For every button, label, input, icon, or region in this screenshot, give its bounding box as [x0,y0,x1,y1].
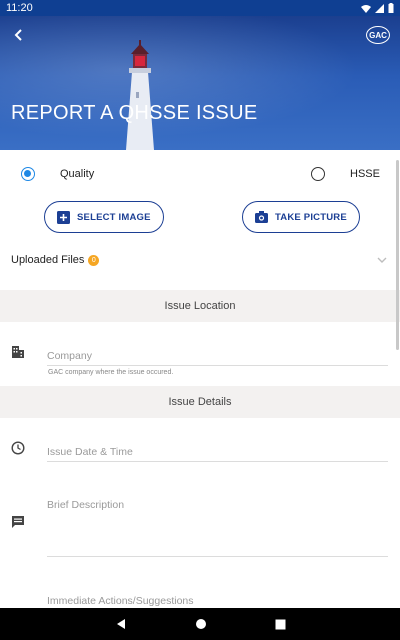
section-issue-location-title: Issue Location [164,300,236,312]
header-banner: GAC REPORT A QHSSE ISSUE [0,16,400,150]
uploaded-count-badge: 0 [88,254,100,266]
lighthouse-image [126,40,154,150]
section-issue-details-title: Issue Details [168,396,232,408]
back-arrow-icon [14,29,22,41]
select-image-button[interactable]: SELECT IMAGE [44,201,164,233]
issue-date-time-placeholder: Issue Date & Time [47,446,133,458]
radio-quality[interactable] [21,167,35,181]
uploaded-files-label: Uploaded Files [11,254,85,266]
status-bar: 11:20 [0,0,400,16]
clock-icon [11,441,25,455]
nav-recents-icon[interactable] [275,619,286,630]
take-picture-label: TAKE PICTURE [275,211,347,223]
brief-description-placeholder: Brief Description [47,499,125,511]
immediate-actions-field[interactable]: Immediate Actions/Suggestions [47,591,388,608]
brief-description-field[interactable]: Brief Description [47,495,388,557]
wifi-icon [361,4,371,13]
camera-icon [255,211,268,224]
issue-type-group: Quality HSSE [0,163,400,185]
radio-quality-label[interactable]: Quality [60,168,94,180]
company-placeholder: Company [47,350,92,362]
system-nav-bar [0,608,400,640]
uploaded-files-row[interactable]: Uploaded Files 0 [11,254,100,266]
signal-icon [375,3,384,13]
status-icons [361,3,394,13]
scrollbar[interactable] [396,160,399,350]
issue-date-time-field[interactable]: Issue Date & Time [47,442,388,462]
banner-haze [0,16,400,150]
comment-icon [12,516,24,528]
company-helper-text: GAC company where the issue occured. [48,369,174,376]
company-field[interactable]: Company [47,346,388,366]
chevron-down-icon[interactable] [376,254,388,266]
section-issue-details: Issue Details [0,386,400,418]
battery-icon [388,3,394,13]
nav-back-icon[interactable] [115,618,127,630]
take-picture-button[interactable]: TAKE PICTURE [242,201,360,233]
page-title: REPORT A QHSSE ISSUE [11,102,258,124]
section-issue-location: Issue Location [0,290,400,322]
status-time: 11:20 [6,2,33,14]
radio-hsse-label[interactable]: HSSE [350,168,380,180]
building-icon [12,346,24,358]
immediate-actions-placeholder: Immediate Actions/Suggestions [47,595,194,607]
radio-hsse[interactable] [311,167,325,181]
add-image-icon [57,210,70,224]
nav-home-icon[interactable] [195,618,207,630]
select-image-label: SELECT IMAGE [77,211,151,223]
logo-text: GAC [369,30,387,40]
gac-logo: GAC [366,26,390,44]
back-button[interactable] [10,26,28,44]
